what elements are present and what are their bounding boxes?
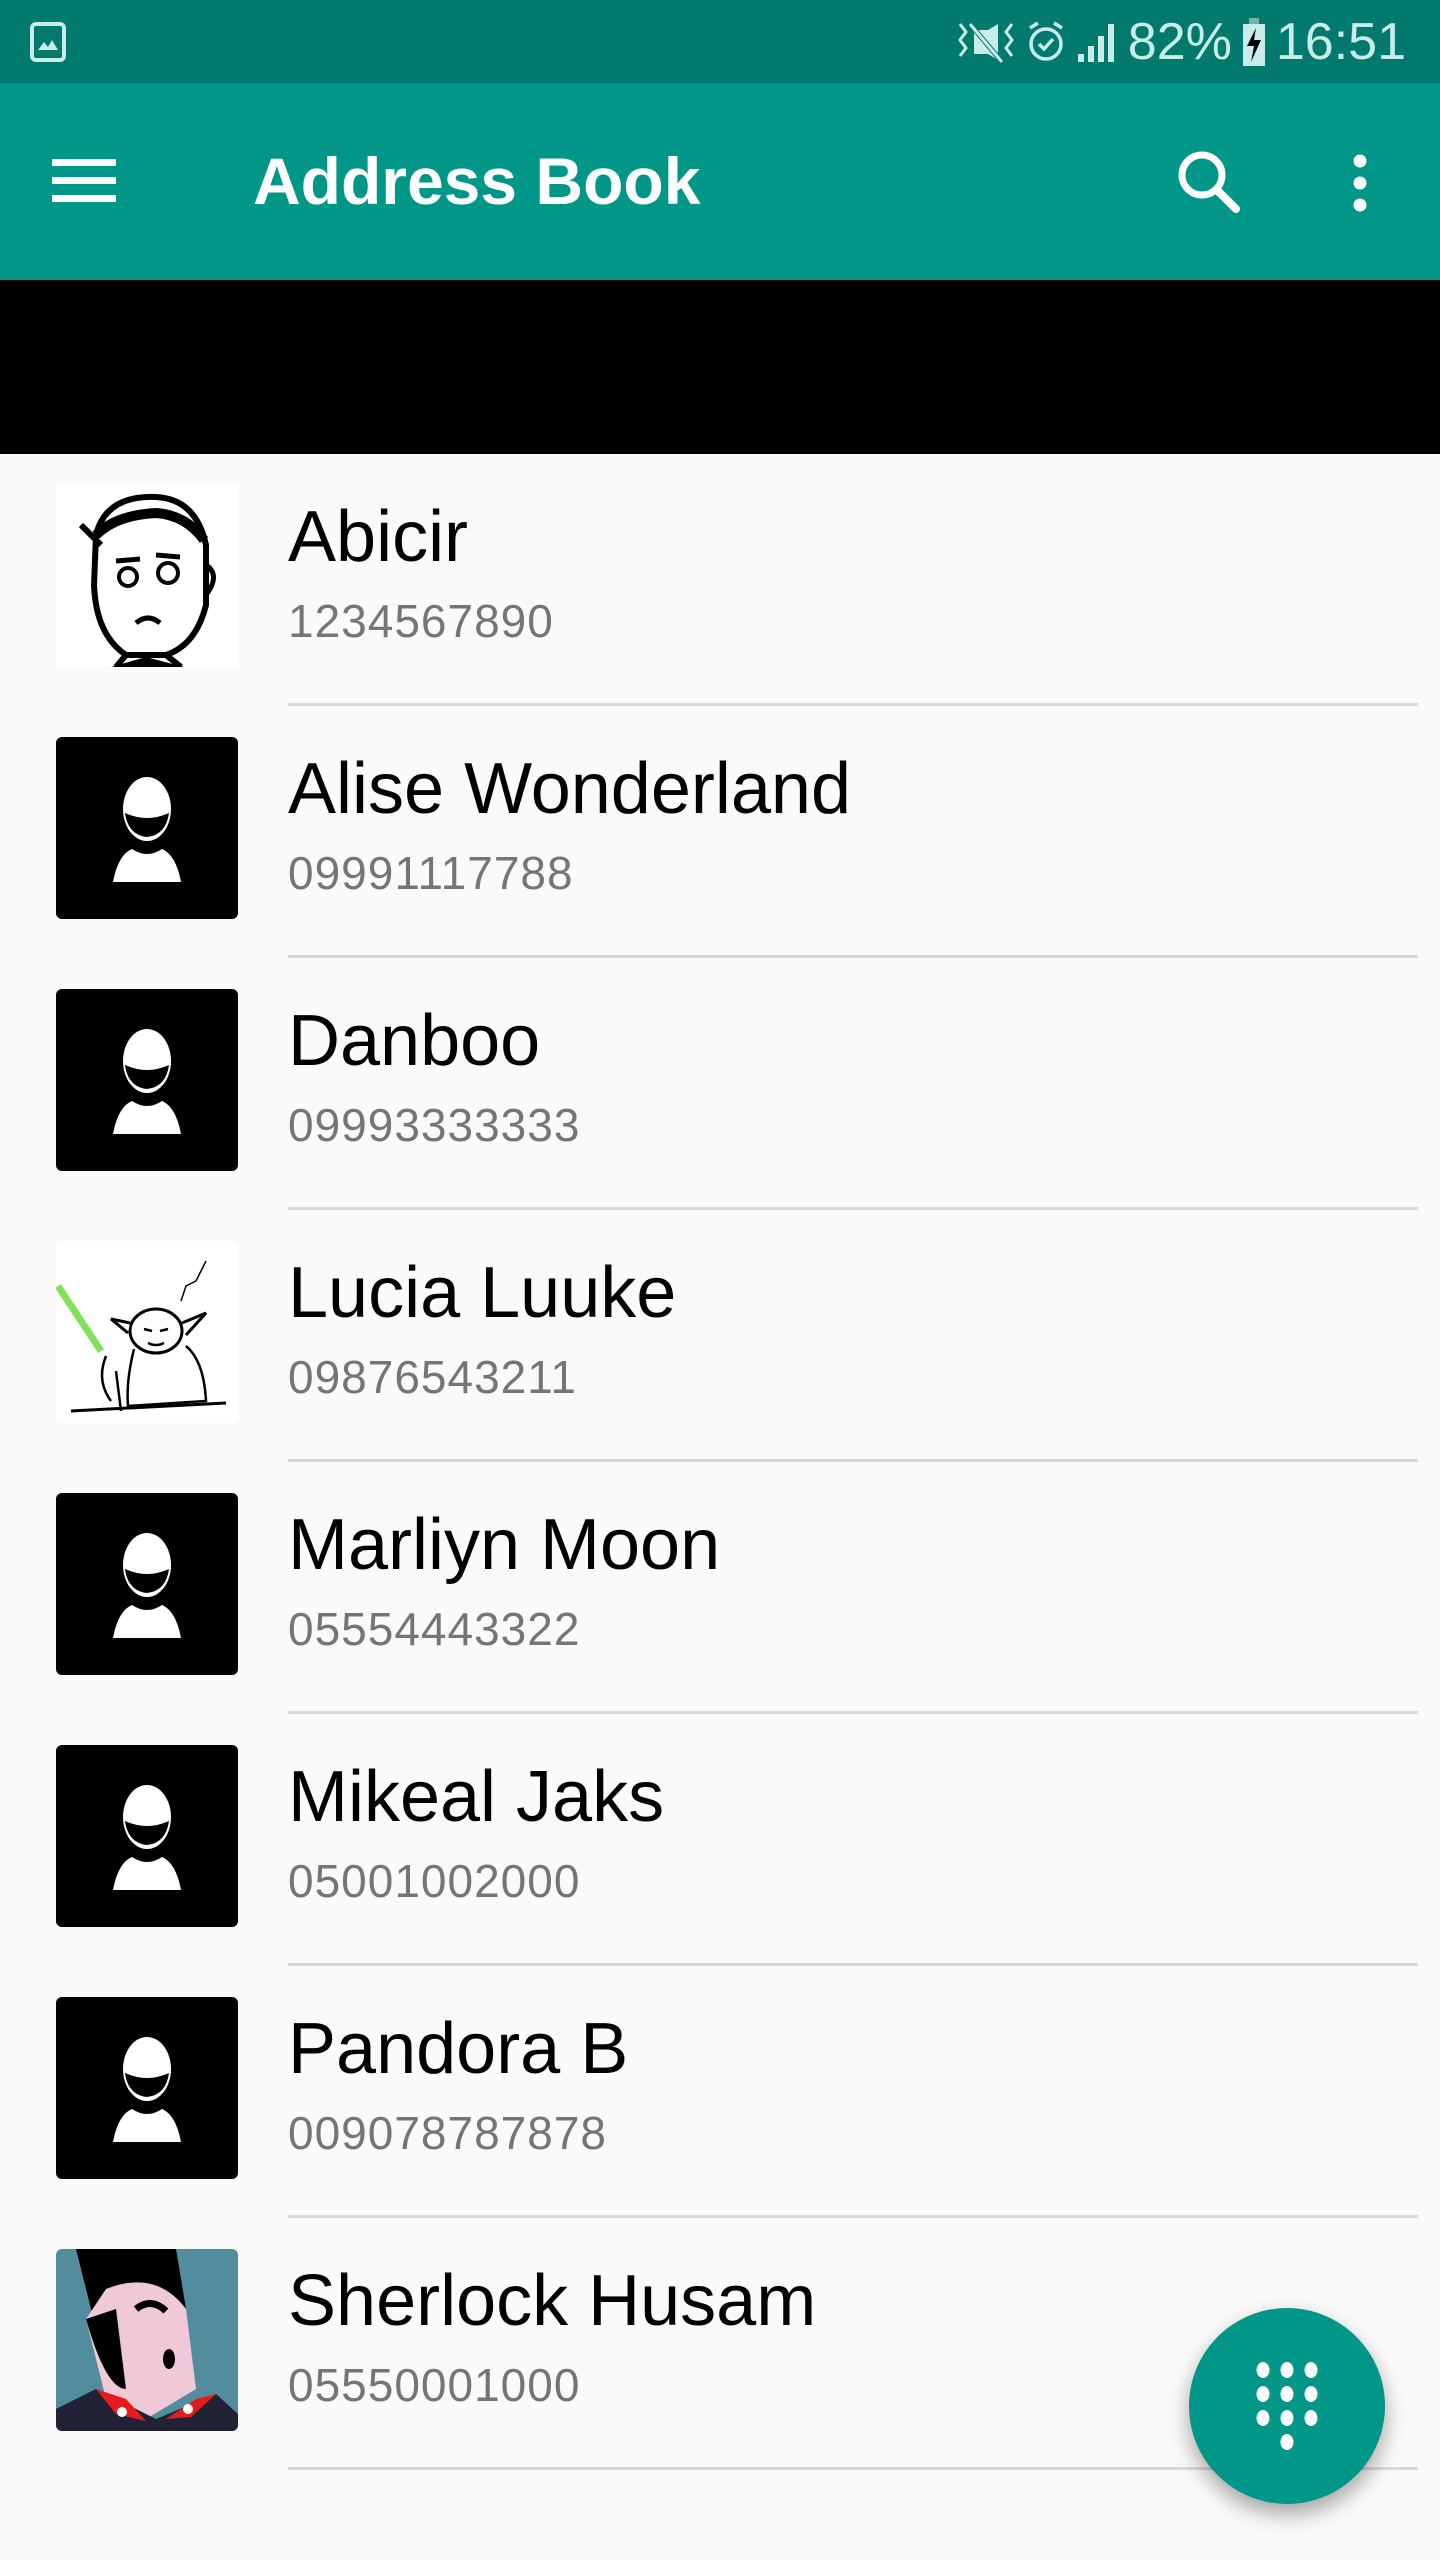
contact-name: Mikeal Jaks	[288, 1757, 665, 1837]
contact-avatar-sketch-face	[56, 485, 238, 667]
contact-avatar-default	[56, 737, 238, 919]
contact-name: Lucia Luuke	[288, 1253, 677, 1333]
contact-row[interactable]: Alise Wonderland 09991117788	[0, 706, 1440, 958]
contact-name: Alise Wonderland	[288, 749, 851, 829]
contact-name: Pandora B	[288, 2009, 629, 2089]
default-person-icon	[113, 1029, 181, 1134]
header-banner	[0, 280, 1440, 454]
contact-avatar-yoda-sketch	[56, 1241, 238, 1423]
battery-percent: 82%	[1127, 13, 1232, 71]
contact-row[interactable]: Mikeal Jaks 05001002000	[0, 1714, 1440, 1966]
contact-phone: 09991117788	[288, 847, 574, 899]
contact-avatar-default	[56, 1745, 238, 1927]
contact-avatar-default	[56, 1997, 238, 2179]
page-title: Address Book	[253, 144, 701, 218]
contact-phone: 09876543211	[288, 1351, 577, 1403]
contact-name: Marliyn Moon	[288, 1505, 721, 1585]
clock-time: 16:51	[1275, 13, 1406, 71]
image-gallery-icon	[30, 22, 66, 62]
contact-name: Sherlock Husam	[288, 2261, 817, 2341]
cartoon-portrait-photo	[56, 2249, 238, 2431]
contact-phone: 1234567890	[288, 595, 554, 647]
contact-phone: 09993333333	[288, 1099, 581, 1151]
app-bar: Address Book	[0, 83, 1440, 280]
contact-avatar-default	[56, 1493, 238, 1675]
default-person-icon	[113, 1533, 181, 1638]
status-bar: 82% 16:51	[0, 0, 1440, 83]
default-person-icon	[113, 777, 181, 882]
status-icons: 82% 16:51	[956, 8, 1406, 76]
more-options-button[interactable]	[1330, 143, 1390, 223]
dialpad-icon	[1256, 2362, 1318, 2450]
more-vert-icon	[1353, 154, 1367, 212]
yoda-sketch-photo	[56, 1241, 238, 1423]
contact-row[interactable]: Danboo 09993333333	[0, 958, 1440, 1210]
navigation-menu-button[interactable]	[40, 145, 130, 215]
contact-name: Abicir	[288, 497, 469, 577]
contact-phone: 05550001000	[288, 2359, 581, 2411]
dialpad-fab-button[interactable]	[1189, 2308, 1385, 2504]
contact-phone: 05001002000	[288, 1855, 581, 1907]
alarm-icon	[1028, 21, 1063, 61]
hamburger-menu-icon	[52, 159, 116, 202]
search-icon	[1178, 151, 1240, 213]
search-button[interactable]	[1170, 143, 1250, 223]
sketch-face-photo	[56, 485, 238, 667]
contact-row[interactable]: Marliyn Moon 05554443322	[0, 1462, 1440, 1714]
default-person-icon	[113, 1785, 181, 1890]
signal-icon	[1077, 24, 1114, 62]
contact-row[interactable]: Lucia Luuke 09876543211	[0, 1210, 1440, 1462]
default-person-icon	[113, 2037, 181, 2142]
contact-phone: 05554443322	[288, 1603, 581, 1655]
contact-row[interactable]: Pandora B 009078787878	[0, 1966, 1440, 2218]
contact-avatar-cartoon-portrait	[56, 2249, 238, 2431]
contact-row[interactable]: Abicir 1234567890	[0, 454, 1440, 706]
battery-charging-icon	[1242, 18, 1265, 66]
contact-list[interactable]: Abicir 1234567890 Alise Wonderland 09991…	[0, 454, 1440, 2470]
contact-name: Danboo	[288, 1001, 541, 1081]
contact-phone: 009078787878	[288, 2107, 607, 2159]
vibrate-mute-icon	[957, 22, 1014, 64]
contact-avatar-default	[56, 989, 238, 1171]
